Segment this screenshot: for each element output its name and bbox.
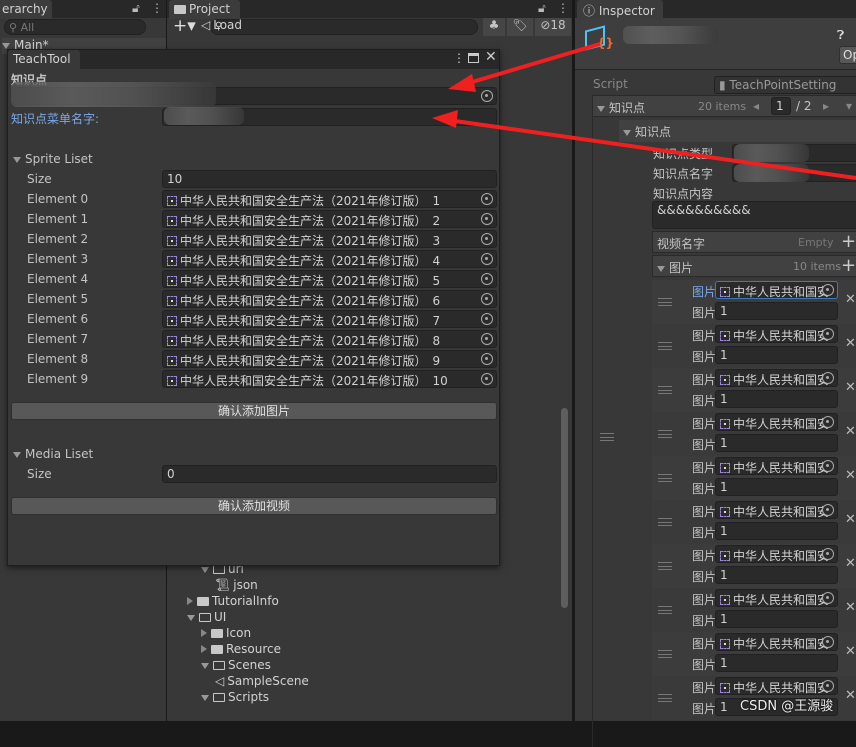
arrowhead-icon <box>448 74 476 92</box>
watermark: CSDN @王源骏 <box>740 699 834 714</box>
arrow-line <box>447 118 856 180</box>
arrowhead-icon <box>432 110 458 128</box>
arrow-line <box>461 42 601 87</box>
annotation-arrows <box>432 42 856 180</box>
